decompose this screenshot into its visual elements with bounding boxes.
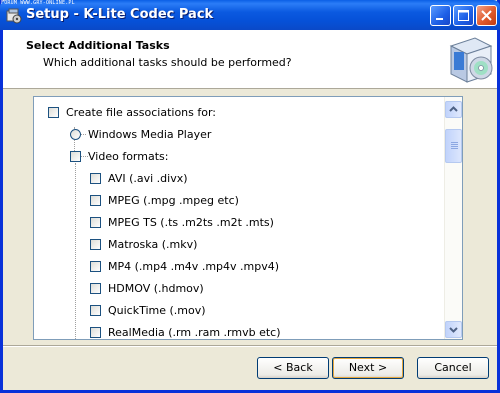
task-label: RealMedia (.rm .ram .rmvb etc) bbox=[108, 326, 281, 339]
checkbox[interactable] bbox=[90, 239, 101, 250]
watermark-text: FORUM WWW.GRY-ONLINE.PL bbox=[1, 0, 75, 6]
vertical-scrollbar[interactable] bbox=[444, 97, 462, 339]
wizard-header: Select Additional Tasks Which additional… bbox=[3, 30, 497, 89]
task-label: Video formats: bbox=[88, 150, 169, 163]
checkbox[interactable] bbox=[90, 261, 101, 272]
task-label: Create file associations for: bbox=[66, 106, 217, 119]
checkbox[interactable] bbox=[48, 107, 59, 118]
checkbox[interactable] bbox=[90, 305, 101, 316]
back-button[interactable]: < Back bbox=[257, 357, 329, 379]
setup-installer-icon bbox=[6, 8, 22, 24]
scroll-down-button[interactable] bbox=[445, 321, 462, 338]
minimize-button[interactable] bbox=[430, 5, 451, 26]
arrow-down-icon bbox=[449, 327, 458, 333]
task-label: Matroska (.mkv) bbox=[108, 238, 198, 251]
cancel-button[interactable]: Cancel bbox=[417, 357, 489, 379]
checkbox[interactable] bbox=[90, 283, 101, 294]
footer-divider bbox=[3, 345, 497, 347]
task-label: QuickTime (.mov) bbox=[108, 304, 206, 317]
radio-button[interactable] bbox=[70, 129, 81, 140]
checkbox[interactable] bbox=[70, 151, 81, 162]
task-label: AVI (.avi .divx) bbox=[108, 172, 188, 185]
scroll-thumb[interactable] bbox=[445, 129, 462, 163]
arrow-up-icon bbox=[449, 106, 458, 112]
task-label: HDMOV (.hdmov) bbox=[108, 282, 204, 295]
task-label: Windows Media Player bbox=[88, 128, 212, 141]
page-title: Select Additional Tasks bbox=[26, 39, 170, 52]
title-bar[interactable]: Setup - K-Lite Codec Pack bbox=[0, 0, 500, 30]
checkbox[interactable] bbox=[90, 173, 101, 184]
maximize-button[interactable] bbox=[453, 5, 474, 26]
task-label: MPEG (.mpg .mpeg etc) bbox=[108, 194, 239, 207]
close-button[interactable] bbox=[476, 5, 497, 26]
setup-window: Setup - K-Lite Codec Pack Select Additio… bbox=[0, 0, 500, 393]
window-title: Setup - K-Lite Codec Pack bbox=[26, 7, 214, 22]
scroll-up-button[interactable] bbox=[445, 101, 462, 118]
tasks-list[interactable]: Create file associations for: Windows Me… bbox=[33, 96, 463, 340]
checkbox[interactable] bbox=[90, 195, 101, 206]
checkbox[interactable] bbox=[90, 327, 101, 338]
codec-pack-box-icon bbox=[449, 37, 493, 83]
maximize-icon bbox=[458, 10, 469, 21]
task-label: MPEG TS (.ts .m2ts .m2t .mts) bbox=[108, 216, 274, 229]
checkbox[interactable] bbox=[90, 217, 101, 228]
minimize-icon bbox=[436, 18, 443, 20]
tree-line bbox=[75, 163, 76, 339]
page-subtitle: Which additional tasks should be perform… bbox=[43, 56, 292, 69]
next-button[interactable]: Next > bbox=[332, 357, 404, 379]
task-label: MP4 (.mp4 .m4v .mp4v .mpv4) bbox=[108, 260, 280, 273]
close-icon bbox=[481, 10, 492, 21]
